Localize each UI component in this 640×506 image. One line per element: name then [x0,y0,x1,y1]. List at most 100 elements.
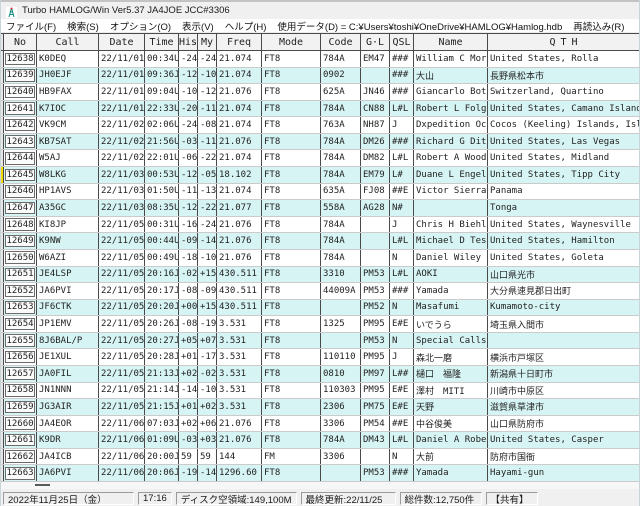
record-number-button[interactable]: 12658 [5,384,35,397]
record-number-button[interactable]: 12648 [5,218,35,231]
table-row[interactable]: 12640 HB9FAX 22/11/01 09:04U -10 -12 21.076 FT8… [1,84,639,101]
menu-item-0[interactable]: ファイル(F) [6,19,56,33]
cell-call: JN1NNN [37,382,99,399]
table-row[interactable]: 12656 JE1XUL 22/11/05 20:28J +01 -17 3.531 FT8 1… [1,349,639,366]
cell-name: Special Calls [414,332,488,349]
table-row[interactable]: 12641 K7IOC 22/11/01 22:33U -20 -11 21.074 FT8 7… [1,100,639,118]
record-number-button[interactable]: 12663 [5,466,35,480]
table-row[interactable]: 12644 W5AJ 22/11/02 22:01U -06 -22 21.074 FT8 78… [1,150,639,168]
record-number-button[interactable]: 12645 [5,168,35,182]
table-row[interactable]: 12639 JH0EJF 22/11/01 09:36J -12 -10 21.074 FT8… [1,67,639,85]
table-row[interactable]: 12661 K9DR 22/11/06 01:09U -03 +03 21.076 FT8 78… [1,432,639,449]
menu-item-3[interactable]: 表示(V) [182,19,214,33]
cell-freq: 21.076 [217,84,262,100]
record-number-button[interactable]: 12641 [5,102,35,115]
column-header-call[interactable]: Call [37,34,99,50]
table-row[interactable]: 12657 JA0FIL 22/11/05 21:13J +02 -02 3.531 FT8 0… [1,365,639,383]
cell-his: -18 [179,249,198,266]
record-number-button[interactable]: 12654 [5,317,35,331]
status-segment-4: 総件数:12,750件 [399,492,482,505]
menu-item-6[interactable]: 再読込み(R) [573,19,624,33]
titlebar[interactable]: Turbo HAMLOG/Win Ver5.37 JA4JOE JCC#3306 [1,2,639,19]
cell-call: A35GC [37,200,99,216]
record-number-button[interactable]: 12643 [5,135,35,148]
cell-freq: 21.074 [217,67,262,84]
table-row[interactable]: 12653 JF6CTK 22/11/05 20:20J +00 +15 430.511 FT… [1,299,639,317]
record-number-button[interactable]: 12647 [5,201,35,215]
record-number-button[interactable]: 12646 [5,185,35,198]
cell-no: 12655 [4,332,37,349]
record-number-button[interactable]: 12657 [5,367,35,381]
menu-item-1[interactable]: 検索(S) [67,19,99,33]
table-row[interactable]: 12646 HP1AVS 22/11/03 01:50U -11 -13 21.074 FT8… [1,183,639,201]
cell-gl: DM43 [361,432,390,448]
table-row[interactable]: 12650 W6AZI 22/11/05 00:49U -18 -10 21.076 FT8 7… [1,249,639,267]
cell-date: 22/11/06 [99,432,145,448]
column-header-his[interactable]: His [179,34,198,50]
cell-mode: FT8 [262,167,321,183]
table-row[interactable]: 12660 JA4EOR 22/11/06 07:03J +02 +06 21.076 FT8… [1,415,639,433]
column-header-date[interactable]: Date [99,34,145,50]
cell-qth: 埼玉県入間市 [488,316,639,332]
record-number-button[interactable]: 12661 [5,433,35,447]
record-number-button[interactable]: 12642 [5,118,35,132]
column-header-qth[interactable]: QTH [488,34,639,50]
column-header-freq[interactable]: Freq [217,34,262,50]
table-row[interactable]: 12659 JG3AIR 22/11/05 21:15J +01 +02 3.531 FT8 2… [1,399,639,416]
column-header-code[interactable]: Code [321,34,361,50]
table-row[interactable]: 12645 W8LKG 22/11/03 00:53U -12 -05 18.102 FT8 7… [1,167,639,184]
cell-qsl: E#E [390,382,414,399]
record-number-button[interactable]: 12649 [5,234,35,248]
cell-his: +01 [179,399,198,415]
record-number-button[interactable]: 12651 [5,268,35,281]
column-header-mode[interactable]: Mode [262,34,321,50]
table-row[interactable]: 12638 K0DEQ 22/11/01 00:34U -24 -24 21.074 FT8 7… [1,51,639,68]
cell-qth: 山口県防府市 [488,415,639,432]
table-row[interactable]: 12643 KB7SAT 22/11/02 21:56U -03 -11 21.076 FT8… [1,133,639,151]
table-row[interactable]: 12649 K9NW 22/11/05 00:44U -09 -14 21.076 FT8 78… [1,233,639,250]
table-row[interactable]: 12655 8J6BAL/P 22/11/05 20:27J +05 +07 3.531 FT… [1,332,639,350]
record-number-button[interactable]: 12639 [5,69,35,82]
cell-his: +00 [179,299,198,316]
menu-item-5[interactable]: 使用データ(D) = C:¥Users¥toshi¥OneDrive¥HAMLO… [277,19,562,33]
cell-date: 22/11/01 [99,67,145,84]
column-header-my[interactable]: My [198,34,217,50]
table-body: 12638 K0DEQ 22/11/01 00:34U -24 -24 21.074 FT8 7… [1,51,639,483]
record-number-button[interactable]: 12638 [5,52,35,66]
table-row[interactable]: 12648 KI8JP 22/11/05 00:31U -16 -24 21.076 FT8 7… [1,216,639,234]
record-number-button[interactable]: 12662 [5,450,35,463]
record-number-button[interactable]: 12640 [5,85,35,99]
column-header-name[interactable]: Name [414,34,488,50]
cell-my: +03 [198,432,217,448]
table-row[interactable]: 12642 VK9CM 22/11/02 02:06U -24 -08 21.074 FT8 7… [1,117,639,134]
record-number-button[interactable]: 12660 [5,417,35,430]
menu-item-4[interactable]: ヘルプ(H) [225,19,267,33]
cell-code: 3306 [321,448,361,465]
record-number-button[interactable]: 12655 [5,334,35,347]
cell-my: -10 [198,249,217,266]
record-number-button[interactable]: 12650 [5,251,35,265]
status-segment-0: 2022年11月25日（金） [3,492,134,505]
record-number-button[interactable]: 12652 [5,284,35,298]
cell-gl: EM47 [361,51,390,67]
table-row[interactable]: 12654 JP1EMV 22/11/05 20:26J -08 -19 3.531 FT8 1… [1,316,639,333]
table-row[interactable]: 12652 JA6PVI 22/11/05 20:17J -08 -09 430.511 FT… [1,283,639,300]
column-header-gl[interactable]: G·L [361,34,390,50]
cell-no: 12645 [4,167,37,183]
cell-time: 21:56U [145,133,179,150]
column-header-no[interactable]: No [4,34,37,50]
column-header-qsl[interactable]: QSL [390,34,414,50]
record-number-button[interactable]: 12644 [5,151,35,165]
cell-code: 625A [321,84,361,100]
table-row[interactable]: 12663 JA6PVI 22/11/06 20:06J -19 -14 1296.60 FT… [1,465,639,483]
record-number-button[interactable]: 12659 [5,400,35,414]
table-row[interactable]: 12647 A35GC 22/11/03 08:35U -12 -22 21.077 FT8 5… [1,200,639,217]
record-number-button[interactable]: 12656 [5,350,35,364]
table-row[interactable]: 12658 JN1NNN 22/11/05 21:14J -14 -10 3.531 FT8 1… [1,382,639,400]
menu-item-2[interactable]: オプション(O) [110,19,171,33]
table-row[interactable]: 12651 JE4LSP 22/11/05 20:16J -02 +15 430.511 FT… [1,266,639,284]
cell-my: -13 [198,183,217,200]
table-row[interactable]: 12662 JA4ICB 22/11/06 20:00J 59 59 144 FM 3306 N 大… [1,448,639,466]
column-header-time[interactable]: Time [145,34,179,50]
record-number-button[interactable]: 12653 [5,301,35,314]
